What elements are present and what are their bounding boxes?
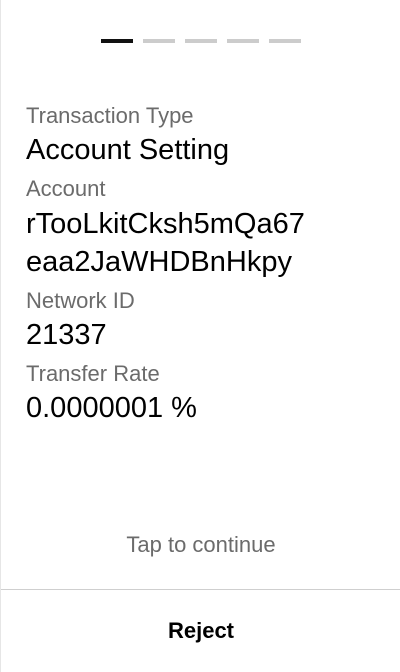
transaction-details: Transaction Type Account Setting Account…	[26, 100, 386, 431]
transfer-rate-label: Transfer Rate	[26, 361, 160, 386]
page-dot-3	[185, 39, 217, 43]
page-dot-4	[227, 39, 259, 43]
page-dot-1	[101, 39, 133, 43]
review-screen[interactable]: Transaction Type Account Setting Account…	[0, 0, 400, 672]
account-label: Account	[26, 176, 106, 201]
network-id-label: Network ID	[26, 288, 135, 313]
transaction-type-label: Transaction Type	[26, 103, 194, 128]
reject-button[interactable]: Reject	[1, 590, 400, 672]
tap-to-continue-hint[interactable]: Tap to continue	[1, 532, 400, 558]
page-dot-5	[269, 39, 301, 43]
transfer-rate-value: 0.0000001 %	[26, 392, 197, 424]
page-indicator	[101, 39, 301, 43]
network-id-value: 21337	[26, 319, 107, 351]
transaction-type-value: Account Setting	[26, 134, 230, 166]
account-value: rTooLkitCksh5mQa67 eaa2JaWHDBnHkpy	[26, 205, 386, 281]
account-value-line-2: eaa2JaWHDBnHkpy	[26, 246, 292, 278]
page-dot-2	[143, 39, 175, 43]
account-value-line-1: rTooLkitCksh5mQa67	[26, 208, 305, 240]
